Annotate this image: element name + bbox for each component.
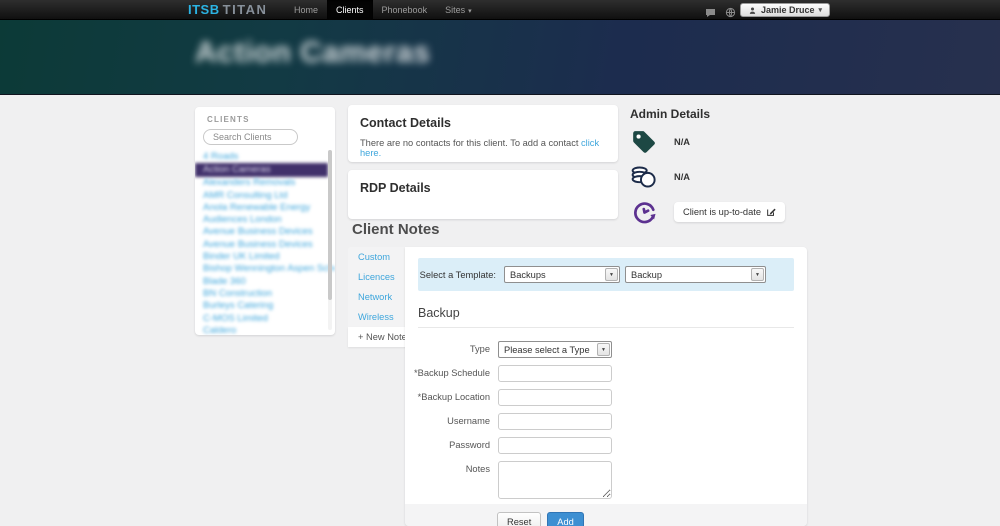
tab-wireless[interactable]: Wireless — [348, 307, 407, 327]
type-select[interactable]: Please select a Type ▼ — [498, 341, 612, 358]
contact-details-title: Contact Details — [360, 116, 606, 130]
chevron-down-icon: ▼ — [605, 268, 618, 281]
username-field[interactable] — [498, 413, 612, 430]
backup-location-label: *Backup Location — [405, 389, 490, 402]
client-list-item-selected[interactable]: Action Cameras — [195, 163, 328, 177]
note-form-heading: Backup — [418, 306, 794, 328]
admin-tag-value: N/A — [674, 137, 690, 147]
client-list-item[interactable]: Binder UK Limited — [195, 251, 335, 263]
nav-item-home[interactable]: Home — [285, 0, 327, 20]
app-logo[interactable]: ITSBTITAN — [188, 0, 267, 20]
client-list-item[interactable]: Alexanders Removals — [195, 177, 335, 189]
client-list-item[interactable]: Caldero — [195, 325, 335, 335]
client-notes-title: Client Notes — [352, 221, 440, 238]
user-name: Jamie Druce — [761, 5, 815, 15]
reset-button[interactable]: Reset — [497, 512, 541, 526]
notes-field[interactable] — [498, 461, 612, 499]
backup-location-field[interactable] — [498, 389, 612, 406]
add-button[interactable]: Add — [547, 512, 584, 526]
nav-item-sites[interactable]: Sites▾ — [436, 0, 481, 20]
uptodate-text: Client is up-to-date — [683, 207, 761, 217]
client-list-item[interactable]: AMR Consulting Ltd — [195, 190, 335, 202]
rdp-details-title: RDP Details — [360, 181, 606, 195]
username-label: Username — [405, 413, 490, 426]
client-list-item[interactable]: Anola Renewable Energy — [195, 202, 335, 214]
notes-tabs: Custom Licences Network Wireless + New N… — [348, 247, 407, 347]
admin-details-title: Admin Details — [630, 107, 870, 121]
coins-icon — [630, 163, 658, 191]
tab-custom[interactable]: Custom — [348, 247, 407, 267]
client-list-item[interactable]: Audiences London — [195, 214, 335, 226]
sidebar-title: CLIENTS — [207, 115, 335, 124]
page-content: CLIENTS 4 Roads Action Cameras Alexander… — [0, 95, 1000, 526]
page-title: Action Cameras — [195, 36, 1000, 70]
tab-licences[interactable]: Licences — [348, 267, 407, 287]
form-row-backup-location: *Backup Location — [405, 389, 807, 406]
client-list-item[interactable]: Avenue Business Devices — [195, 226, 335, 238]
template-category-select[interactable]: Backups ▼ — [504, 266, 620, 283]
scrollbar-thumb[interactable] — [328, 150, 332, 300]
scrollbar-track — [328, 150, 332, 330]
edit-icon[interactable] — [766, 207, 776, 217]
form-row-username: Username — [405, 413, 807, 430]
logo-secondary: TITAN — [223, 2, 268, 17]
chat-icon[interactable] — [705, 5, 717, 16]
logo-primary: ITSB — [188, 2, 220, 17]
top-navbar: ITSBTITAN Home Clients Phonebook Sites▾ … — [0, 0, 1000, 20]
backup-schedule-label: *Backup Schedule — [405, 365, 490, 378]
notes-label: Notes — [405, 461, 490, 474]
chevron-down-icon: ▾ — [468, 8, 472, 15]
contact-details-panel: Contact Details There are no contacts fo… — [348, 105, 618, 162]
search-input[interactable] — [203, 129, 298, 145]
client-list-item[interactable]: Bishop Wennington Aspen School — [195, 263, 335, 275]
form-row-type: Type Please select a Type ▼ — [405, 341, 807, 358]
chevron-down-icon: ▾ — [819, 6, 823, 14]
refresh-clock-icon — [630, 198, 658, 226]
admin-details-section: Admin Details N/A N/A — [630, 107, 870, 226]
admin-row-coins: N/A — [630, 163, 870, 191]
template-bar: Select a Template: Backups ▼ Backup ▼ — [418, 258, 794, 291]
client-list-item[interactable]: Burleys Catering — [195, 300, 335, 312]
password-label: Password — [405, 437, 490, 450]
type-label: Type — [405, 341, 490, 354]
user-icon — [748, 6, 757, 15]
admin-row-tag: N/A — [630, 128, 870, 156]
template-select[interactable]: Backup ▼ — [625, 266, 766, 283]
template-bar-label: Select a Template: — [418, 270, 496, 280]
main-nav: Home Clients Phonebook Sites▾ — [285, 0, 481, 20]
globe-icon[interactable] — [725, 5, 737, 16]
rdp-details-panel: RDP Details — [348, 170, 618, 219]
chevron-down-icon: ▼ — [751, 268, 764, 281]
client-list-item[interactable]: Blade 360 — [195, 276, 335, 288]
client-list-item[interactable]: 4 Roads — [195, 151, 335, 163]
note-form: Type Please select a Type ▼ *Backup Sche… — [405, 341, 807, 499]
clients-sidebar: CLIENTS 4 Roads Action Cameras Alexander… — [195, 107, 335, 335]
client-list: 4 Roads Action Cameras Alexanders Remova… — [195, 151, 335, 335]
tab-new-note[interactable]: + New Note — [348, 327, 407, 347]
new-note-panel: Select a Template: Backups ▼ Backup ▼ Ba… — [405, 247, 807, 526]
admin-coins-value: N/A — [674, 172, 690, 182]
password-field[interactable] — [498, 437, 612, 454]
form-row-notes: Notes — [405, 461, 807, 499]
contact-empty-text: There are no contacts for this client. T… — [360, 138, 606, 158]
client-list-item[interactable]: BN Construction — [195, 288, 335, 300]
admin-row-uptodate: Client is up-to-date — [630, 198, 870, 226]
nav-item-phonebook[interactable]: Phonebook — [373, 0, 437, 20]
form-row-backup-schedule: *Backup Schedule — [405, 365, 807, 382]
uptodate-status-card: Client is up-to-date — [674, 202, 785, 222]
chevron-down-icon: ▼ — [597, 343, 610, 356]
backup-schedule-field[interactable] — [498, 365, 612, 382]
client-list-item[interactable]: C-MOS Limited — [195, 313, 335, 325]
nav-item-clients[interactable]: Clients — [327, 0, 373, 20]
tag-icon — [630, 128, 658, 156]
tab-network[interactable]: Network — [348, 287, 407, 307]
form-row-password: Password — [405, 437, 807, 454]
form-footer: Reset Add — [405, 504, 807, 526]
client-banner: Action Cameras — [0, 20, 1000, 95]
user-menu-button[interactable]: Jamie Druce ▾ — [740, 3, 830, 17]
client-list-item[interactable]: Avenue Business Devices — [195, 239, 335, 251]
